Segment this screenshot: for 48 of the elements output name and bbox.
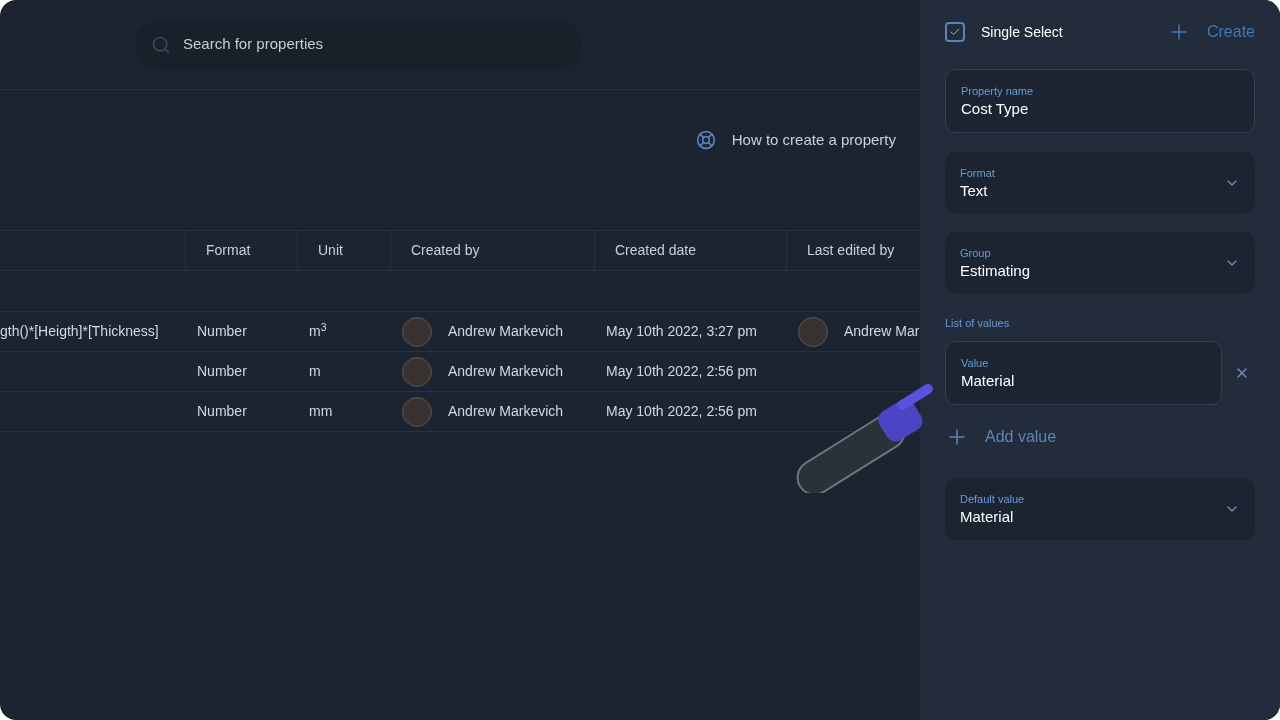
table-cell-text: Andrew Mar xyxy=(844,322,920,341)
section-title: List of values xyxy=(945,316,1011,331)
table-cell-text: mm xyxy=(309,402,333,421)
field-value: Estimating xyxy=(960,261,1031,281)
column-header: Last edited by xyxy=(807,241,895,260)
lifebuoy-icon xyxy=(695,130,716,150)
check-icon xyxy=(949,26,961,38)
table-cell-text: Number xyxy=(197,402,247,421)
checkbox-label: Single Select xyxy=(981,22,1063,42)
search-icon xyxy=(151,34,171,55)
column-header: Created by xyxy=(411,241,480,260)
table-cell-text: May 10th 2022, 2:56 pm xyxy=(606,402,757,421)
formula-text: gth()*[Heigth]*[Thickness] xyxy=(0,322,159,341)
field-value: Material xyxy=(960,506,1015,527)
table-cell-text: m xyxy=(309,362,321,381)
field-value: Text xyxy=(960,181,989,201)
search-field[interactable]: Search for properties xyxy=(135,19,582,70)
table-cell-text: May 10th 2022, 3:27 pm xyxy=(606,322,757,341)
table-cell-text: Number xyxy=(197,362,247,381)
field-value: Cost Type xyxy=(961,99,1030,119)
dropdown[interactable]: Group Estimating xyxy=(945,232,1255,294)
field-label: Property name xyxy=(961,84,1034,99)
add-value-button[interactable]: Add value xyxy=(945,416,1057,457)
input-field[interactable]: Property name Cost Type xyxy=(946,70,1254,132)
field-value: Material xyxy=(961,370,1015,391)
column-header: Format xyxy=(206,241,251,260)
field-label: Default value xyxy=(960,491,1025,507)
avatar xyxy=(798,316,828,347)
table-cell-text: Andrew Markevich xyxy=(448,322,564,341)
help-link[interactable]: How to create a property xyxy=(731,128,896,152)
input-field[interactable]: Value Material xyxy=(946,341,1221,404)
table-cell-text: Andrew Markevich xyxy=(448,362,564,381)
avatar xyxy=(402,396,432,427)
avatar xyxy=(402,356,432,387)
table-cell-text: Andrew Markevich xyxy=(448,402,564,421)
table-cell-text: Number xyxy=(197,322,247,341)
table-cell-text: m$^{3}$ xyxy=(309,321,327,341)
avatar xyxy=(402,316,432,347)
table-cell-text: May 10th 2022, 2:56 pm xyxy=(606,362,757,381)
field-label: Format xyxy=(960,166,995,181)
dropdown[interactable]: Default value Material xyxy=(945,477,1255,540)
column-header: Created date xyxy=(615,241,696,260)
dropdown[interactable]: Format Text xyxy=(945,152,1255,214)
checkbox[interactable] xyxy=(945,22,965,42)
field-label: Group xyxy=(960,246,992,261)
field-label: Value xyxy=(961,355,990,371)
column-header: Unit xyxy=(318,241,343,260)
search-input[interactable]: Search for properties xyxy=(183,33,483,56)
